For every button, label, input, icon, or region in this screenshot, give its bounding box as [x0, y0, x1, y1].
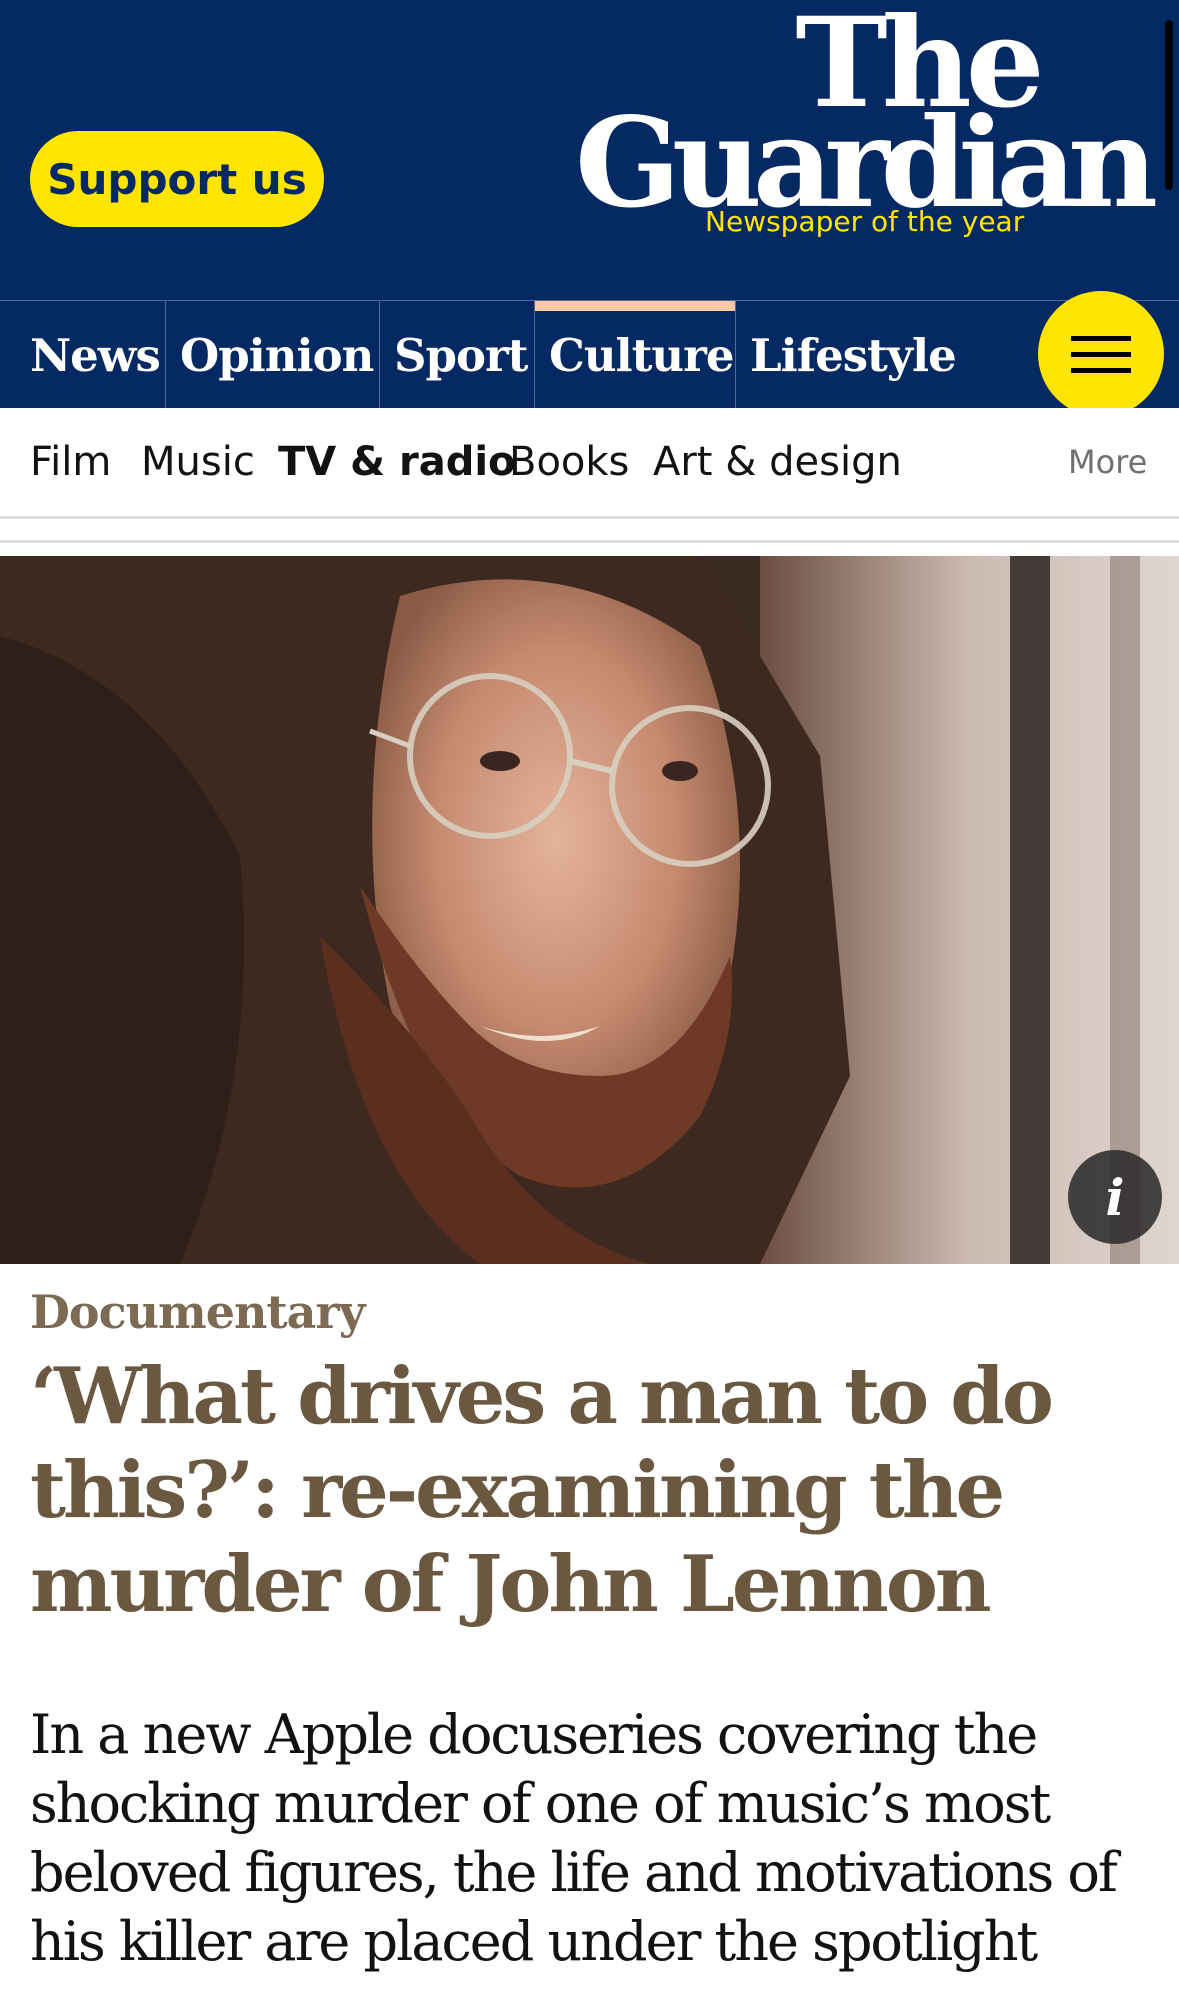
pillar-news[interactable]: News	[0, 301, 166, 409]
pillar-culture[interactable]: Culture	[535, 301, 736, 409]
article-headline: ‘What drives a man to do this?’: re-exam…	[30, 1351, 1054, 1630]
subnav-film[interactable]: Film	[30, 408, 111, 516]
logo-line-guardian: Guardian	[574, 91, 1158, 236]
pillar-lifestyle[interactable]: Lifestyle	[736, 301, 957, 409]
subnav-books[interactable]: Books	[509, 408, 629, 516]
divider	[0, 540, 1179, 543]
support-us-button[interactable]: Support us	[30, 131, 324, 227]
hero-image[interactable]	[0, 556, 1179, 1264]
subnav-music[interactable]: Music	[141, 408, 255, 516]
pillar-opinion[interactable]: Opinion	[166, 301, 380, 409]
logo-tagline: Newspaper of the year	[705, 205, 1025, 238]
guardian-logo[interactable]: The Guardian	[574, 2, 1158, 236]
scrollbar[interactable]	[1165, 20, 1173, 190]
article-standfirst: In a new Apple docuseries covering the s…	[30, 1703, 1118, 1973]
subnav-more[interactable]: More	[1068, 408, 1147, 516]
hero-photo-portrait	[0, 556, 1179, 1264]
masthead: Support us The Guardian Newspaper of the…	[0, 0, 1179, 300]
pillar-sport[interactable]: Sport	[380, 301, 535, 409]
hamburger-line	[1071, 367, 1131, 373]
hamburger-line	[1071, 335, 1131, 341]
menu-hamburger-icon[interactable]	[1038, 291, 1164, 417]
article-kicker[interactable]: Documentary	[30, 1285, 365, 1339]
hamburger-line	[1071, 351, 1131, 357]
info-icon[interactable]: i	[1068, 1150, 1162, 1244]
culture-subnav: Film Music TV & radio Books Art & design…	[0, 408, 1179, 519]
subnav-tv-radio[interactable]: TV & radio	[278, 408, 516, 516]
subnav-art-design[interactable]: Art & design	[653, 408, 902, 516]
pillar-nav: News Opinion Sport Culture Lifestyle	[0, 300, 1179, 409]
